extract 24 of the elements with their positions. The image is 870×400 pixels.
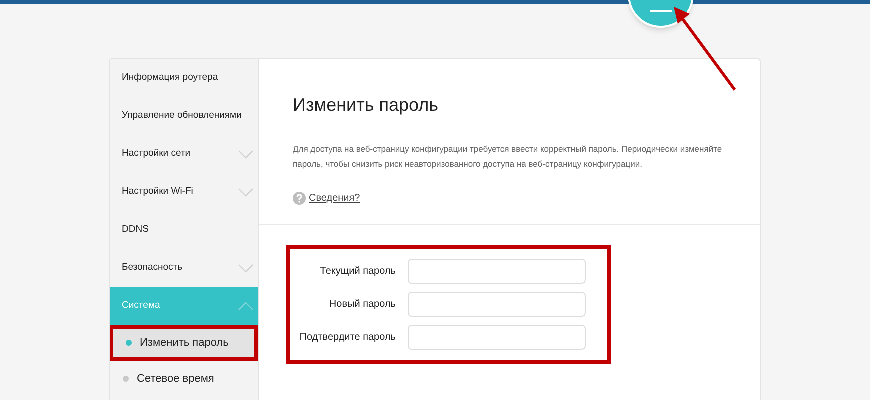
sidebar-item[interactable]: DDNS	[110, 211, 258, 249]
password-field[interactable]	[408, 292, 586, 317]
password-field[interactable]	[408, 259, 586, 284]
sidebar-item[interactable]: Настройки Wi-Fi	[110, 173, 258, 211]
chevron-up-icon	[238, 302, 254, 310]
bullet-icon	[123, 376, 129, 382]
bullet-icon	[126, 340, 132, 346]
field-label: Текущий пароль	[319, 265, 396, 279]
sidebar-subitem[interactable]: Изменить пароль	[110, 325, 258, 361]
page-title: Изменить пароль	[293, 94, 440, 117]
sidebar-item[interactable]: Безопасность	[110, 249, 258, 287]
help-icon	[293, 192, 306, 205]
chevron-down-icon	[238, 264, 254, 272]
help-link[interactable]: Сведения?	[309, 191, 360, 206]
chevron-down-icon	[238, 150, 254, 158]
sidebar-subitem[interactable]: Сетевое время	[110, 361, 258, 397]
field-label: Подтвердите пароль	[298, 331, 396, 345]
chevron-down-icon	[238, 188, 254, 196]
sidebar-item[interactable]: Настройки сети	[110, 135, 258, 173]
password-field[interactable]	[408, 325, 586, 350]
sidebar-item[interactable]: Информация роутера	[110, 59, 258, 97]
description: Для доступа на веб-страницу конфигурации требуется ввести корректный пароль. Периодически изменяйте пароль, чтобы снизить риск неавторизованного доступа на веб-страницу конфигурации.	[293, 143, 724, 171]
sidebar-item[interactable]: Управление обновлениями	[110, 97, 258, 135]
field-label: Новый пароль	[328, 298, 396, 312]
